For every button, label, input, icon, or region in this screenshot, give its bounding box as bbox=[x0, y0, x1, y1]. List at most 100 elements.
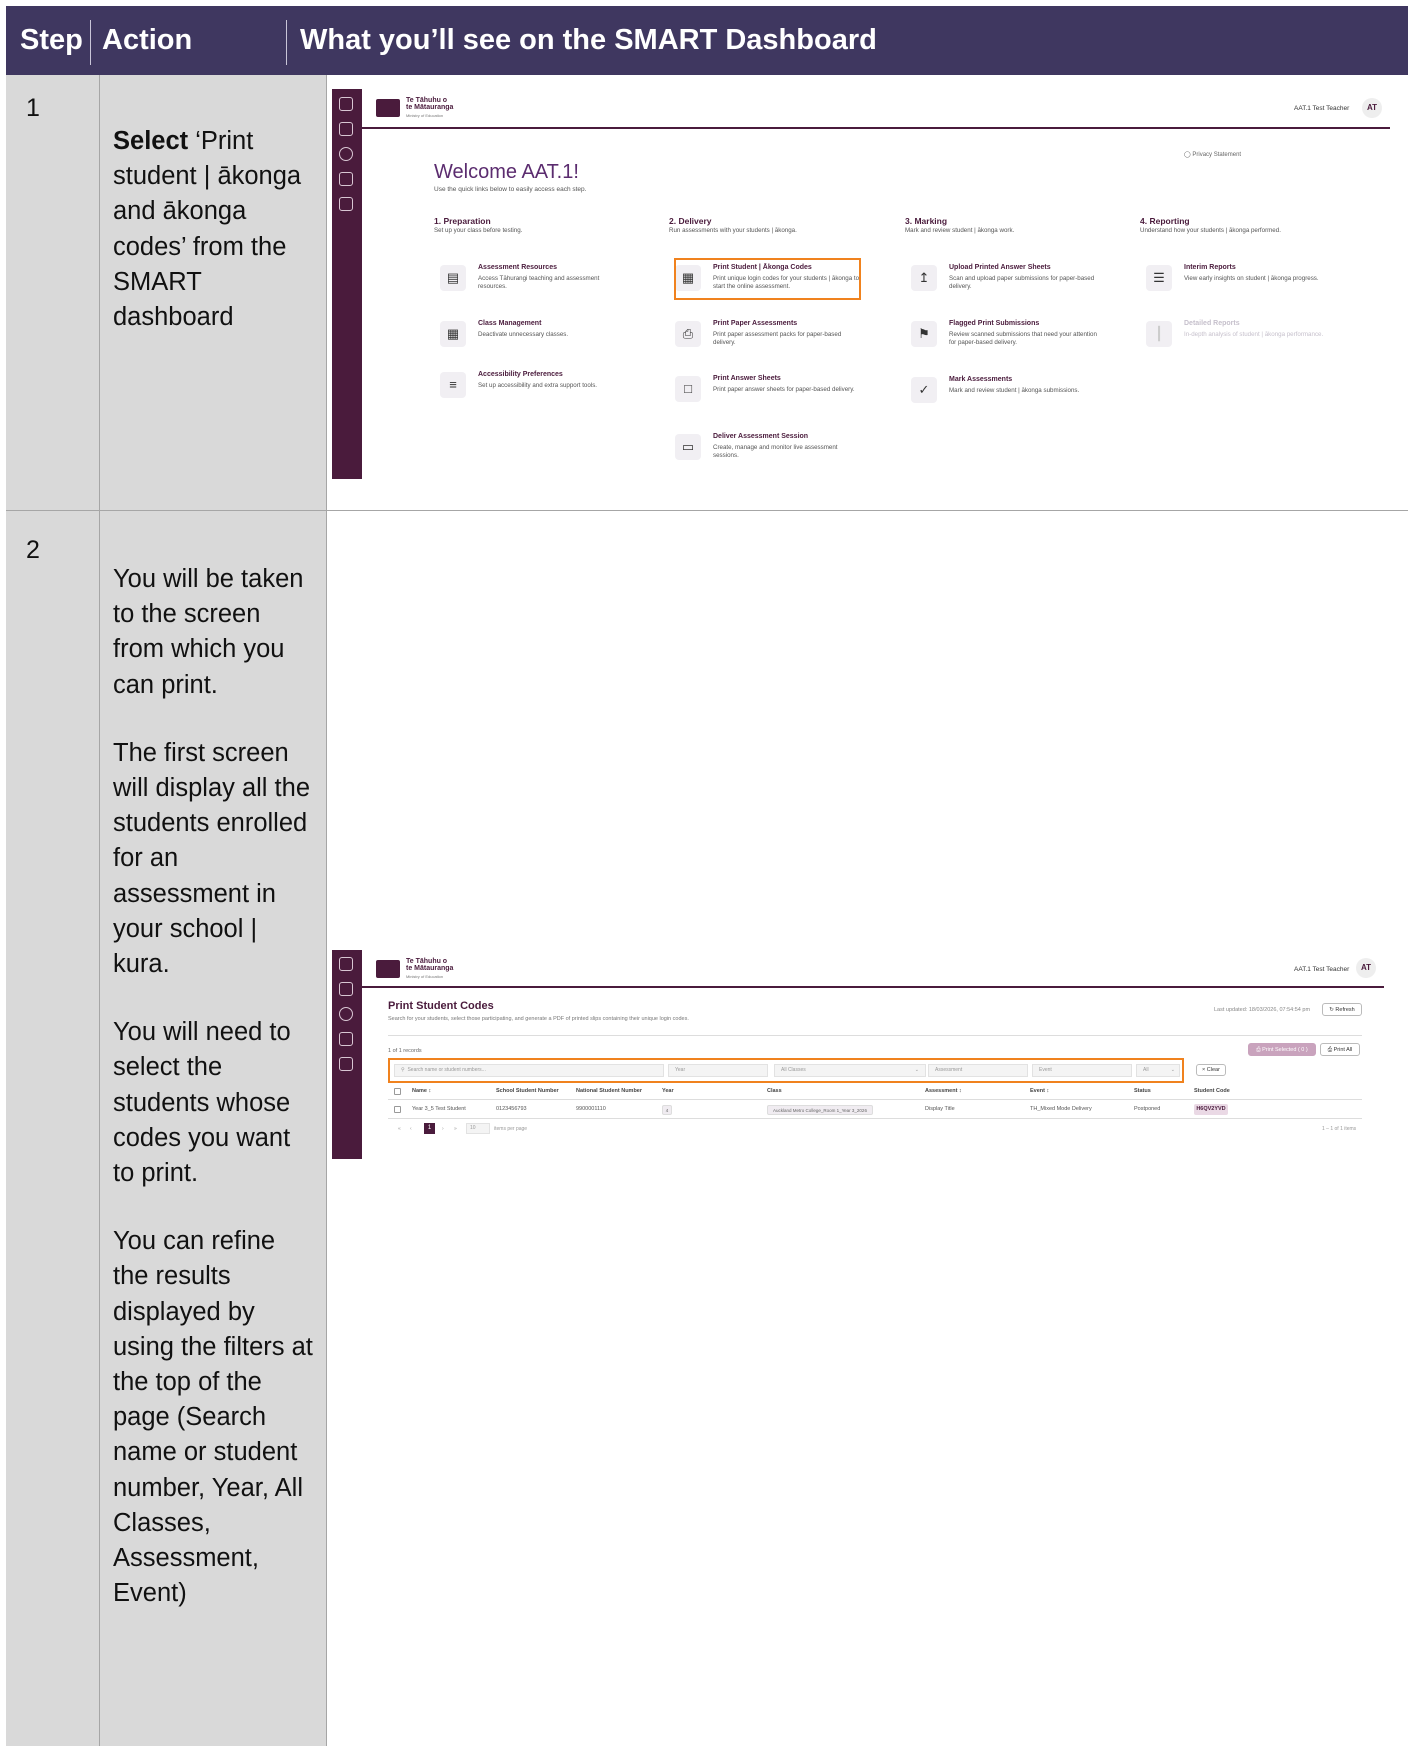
bar-chart-icon: ┃ bbox=[1146, 321, 1172, 347]
logo-subtext: Ministry of Education bbox=[406, 974, 444, 979]
chart-icon bbox=[339, 197, 353, 211]
chart-icon bbox=[339, 1057, 353, 1071]
step-2-action: You will be taken to the screen from whi… bbox=[113, 562, 313, 1644]
side-rail bbox=[332, 950, 362, 1159]
national-student-number: 9900001110 bbox=[576, 1106, 606, 1112]
welcome-title: Welcome AAT.1! bbox=[434, 161, 579, 183]
chevron-down-icon: ⌄ bbox=[914, 1067, 919, 1073]
grid-icon: ▦ bbox=[440, 321, 466, 347]
action-bold: Select bbox=[113, 127, 189, 155]
checklist-icon bbox=[339, 1032, 353, 1046]
column-header: Student Code bbox=[1194, 1088, 1230, 1094]
card-assessment-resources[interactable]: ▤ Assessment Resources Access Tāhurangi … bbox=[434, 263, 634, 303]
search-input[interactable]: ⚲ Search name or student numbers... bbox=[394, 1064, 664, 1077]
upload-icon: ↥ bbox=[911, 265, 937, 291]
status-filter[interactable]: All ⌄ bbox=[1136, 1064, 1180, 1077]
classes-filter[interactable]: All Classes ⌄ bbox=[774, 1064, 926, 1077]
book-icon bbox=[339, 97, 353, 111]
card-flagged-submissions[interactable]: ⚑ Flagged Print Submissions Review scann… bbox=[905, 319, 1105, 359]
printer-icon: ⎙ bbox=[675, 321, 701, 347]
user-name[interactable]: AAT.1 Test Teacher bbox=[1294, 966, 1349, 973]
step-number-2: 2 bbox=[26, 536, 40, 564]
column-header[interactable]: Event ↕ bbox=[1030, 1088, 1049, 1094]
top-bar: Te Tāhuhu o te Mātauranga Ministry of Edu… bbox=[362, 950, 1384, 988]
card-print-answer-sheets[interactable]: □ Print Answer Sheets Print paper answer… bbox=[669, 374, 869, 414]
last-updated: Last updated: 18/03/2026, 07:54:54 pm bbox=[1214, 1007, 1311, 1013]
event-filter[interactable]: Event bbox=[1032, 1064, 1132, 1077]
avatar[interactable]: AT bbox=[1362, 98, 1382, 118]
sliders-icon: ≡ bbox=[440, 372, 466, 398]
step-2-paragraph: You will need to select the students who… bbox=[113, 1018, 291, 1188]
last-page-icon[interactable]: » bbox=[454, 1126, 457, 1132]
year-chip: 4 bbox=[662, 1105, 672, 1115]
card-interim-reports[interactable]: ☰ Interim Reports View early insights on… bbox=[1140, 263, 1340, 303]
header-main: What you’ll see on the SMART Dashboard bbox=[300, 24, 877, 56]
top-bar: Te Tāhuhu o te Mātauranga Ministry of Edu… bbox=[362, 89, 1390, 129]
logo-subtext: Ministry of Education bbox=[406, 113, 444, 118]
monitor-icon: ▭ bbox=[675, 434, 701, 460]
header-action: Action bbox=[102, 24, 193, 56]
card-class-management[interactable]: ▦ Class Management Deactivate unnecessar… bbox=[434, 319, 634, 359]
highlight-box bbox=[674, 258, 861, 300]
user-name[interactable]: AAT.1 Test Teacher bbox=[1294, 105, 1349, 112]
column-header: School Student Number bbox=[496, 1088, 559, 1094]
class-chip: Auckland Metro College_Room 1_Year 3_202… bbox=[767, 1105, 873, 1115]
prev-page-icon[interactable]: ‹ bbox=[410, 1126, 412, 1132]
dashboard-screenshot: Te Tāhuhu o te Mātauranga Ministry of Edu… bbox=[332, 89, 1390, 479]
welcome-subtitle: Use the quick links below to easily acce… bbox=[434, 186, 587, 193]
first-page-icon[interactable]: « bbox=[398, 1126, 401, 1132]
play-icon bbox=[339, 1007, 353, 1021]
privacy-statement-link[interactable]: ◯ Privacy Statement bbox=[1184, 151, 1241, 158]
logo-text: Te Tāhuhu o te Mātauranga bbox=[406, 958, 454, 972]
current-page[interactable]: 1 bbox=[424, 1123, 435, 1134]
step-2-paragraph: You can refine the results displayed by … bbox=[113, 1227, 313, 1608]
side-rail bbox=[332, 89, 362, 479]
column-header: Status bbox=[1134, 1088, 1151, 1094]
clear-button[interactable]: × Clear bbox=[1196, 1064, 1226, 1076]
per-page-select[interactable]: 10 bbox=[466, 1123, 490, 1134]
school-student-number: 0123456793 bbox=[496, 1106, 527, 1112]
report-icon: ☰ bbox=[1146, 265, 1172, 291]
event-value: TH_Mixed Mode Delivery bbox=[1030, 1106, 1092, 1112]
page-subtitle: Search for your students, select those p… bbox=[388, 1016, 689, 1022]
card-mark-assessments[interactable]: ✓ Mark Assessments Mark and review stude… bbox=[905, 375, 1105, 415]
column-header[interactable]: Assessment ↕ bbox=[925, 1088, 962, 1094]
range-label: 1 – 1 of 1 items bbox=[1322, 1126, 1357, 1132]
book-icon: ▤ bbox=[440, 265, 466, 291]
print-all-button[interactable]: ⎙ Print All bbox=[1320, 1043, 1360, 1056]
assessment-value: Display Title bbox=[925, 1106, 955, 1112]
refresh-button[interactable]: ↻ Refresh bbox=[1322, 1003, 1362, 1016]
print-selected-button[interactable]: ⎙ Print Selected ( 0 ) bbox=[1248, 1043, 1316, 1056]
row-checkbox[interactable] bbox=[394, 1106, 401, 1113]
status-value: Postponed bbox=[1134, 1106, 1161, 1112]
chevron-down-icon: ⌄ bbox=[1170, 1067, 1175, 1073]
card-upload-answer-sheets[interactable]: ↥ Upload Printed Answer Sheets Scan and … bbox=[905, 263, 1105, 303]
card-accessibility-preferences[interactable]: ≡ Accessibility Preferences Set up acces… bbox=[434, 370, 634, 410]
header-step: Step bbox=[20, 24, 83, 56]
avatar[interactable]: AT bbox=[1356, 958, 1376, 978]
print-codes-screenshot: Te Tāhuhu o te Mātauranga Ministry of Edu… bbox=[332, 950, 1384, 1159]
student-code: H6QV2YVD bbox=[1194, 1104, 1228, 1115]
section-reporting: 4. Reporting Understand how your student… bbox=[1140, 216, 1281, 234]
card-deliver-assessment-session[interactable]: ▭ Deliver Assessment Session Create, man… bbox=[669, 432, 869, 472]
column-header[interactable]: Name ↕ bbox=[412, 1088, 431, 1094]
play-icon bbox=[339, 147, 353, 161]
action-text: ‘Print student | ākonga and ākonga codes… bbox=[113, 127, 302, 332]
card-print-paper-assessments[interactable]: ⎙ Print Paper Assessments Print paper as… bbox=[669, 319, 869, 359]
column-header: Class bbox=[767, 1088, 782, 1094]
ministry-logo bbox=[376, 960, 400, 978]
logo-text: Te Tāhuhu o te Mātauranga bbox=[406, 97, 454, 111]
step-2-paragraph: You will be taken to the screen from whi… bbox=[113, 565, 304, 699]
document-icon: □ bbox=[675, 376, 701, 402]
assessment-filter[interactable]: Assessment bbox=[928, 1064, 1028, 1077]
page-title: Print Student Codes bbox=[388, 1000, 494, 1012]
table-header: Step Action What you’ll see on the SMART… bbox=[6, 6, 1408, 75]
step-1-action: Select ‘Print student | ākonga and ākong… bbox=[113, 124, 313, 368]
select-all-checkbox[interactable] bbox=[394, 1088, 401, 1095]
checklist-icon bbox=[339, 172, 353, 186]
year-filter[interactable]: Year bbox=[668, 1064, 768, 1077]
basket-icon bbox=[339, 982, 353, 996]
records-count: 1 of 1 records bbox=[388, 1048, 422, 1054]
column-header: National Student Number bbox=[576, 1088, 643, 1094]
next-page-icon[interactable]: › bbox=[442, 1126, 444, 1132]
